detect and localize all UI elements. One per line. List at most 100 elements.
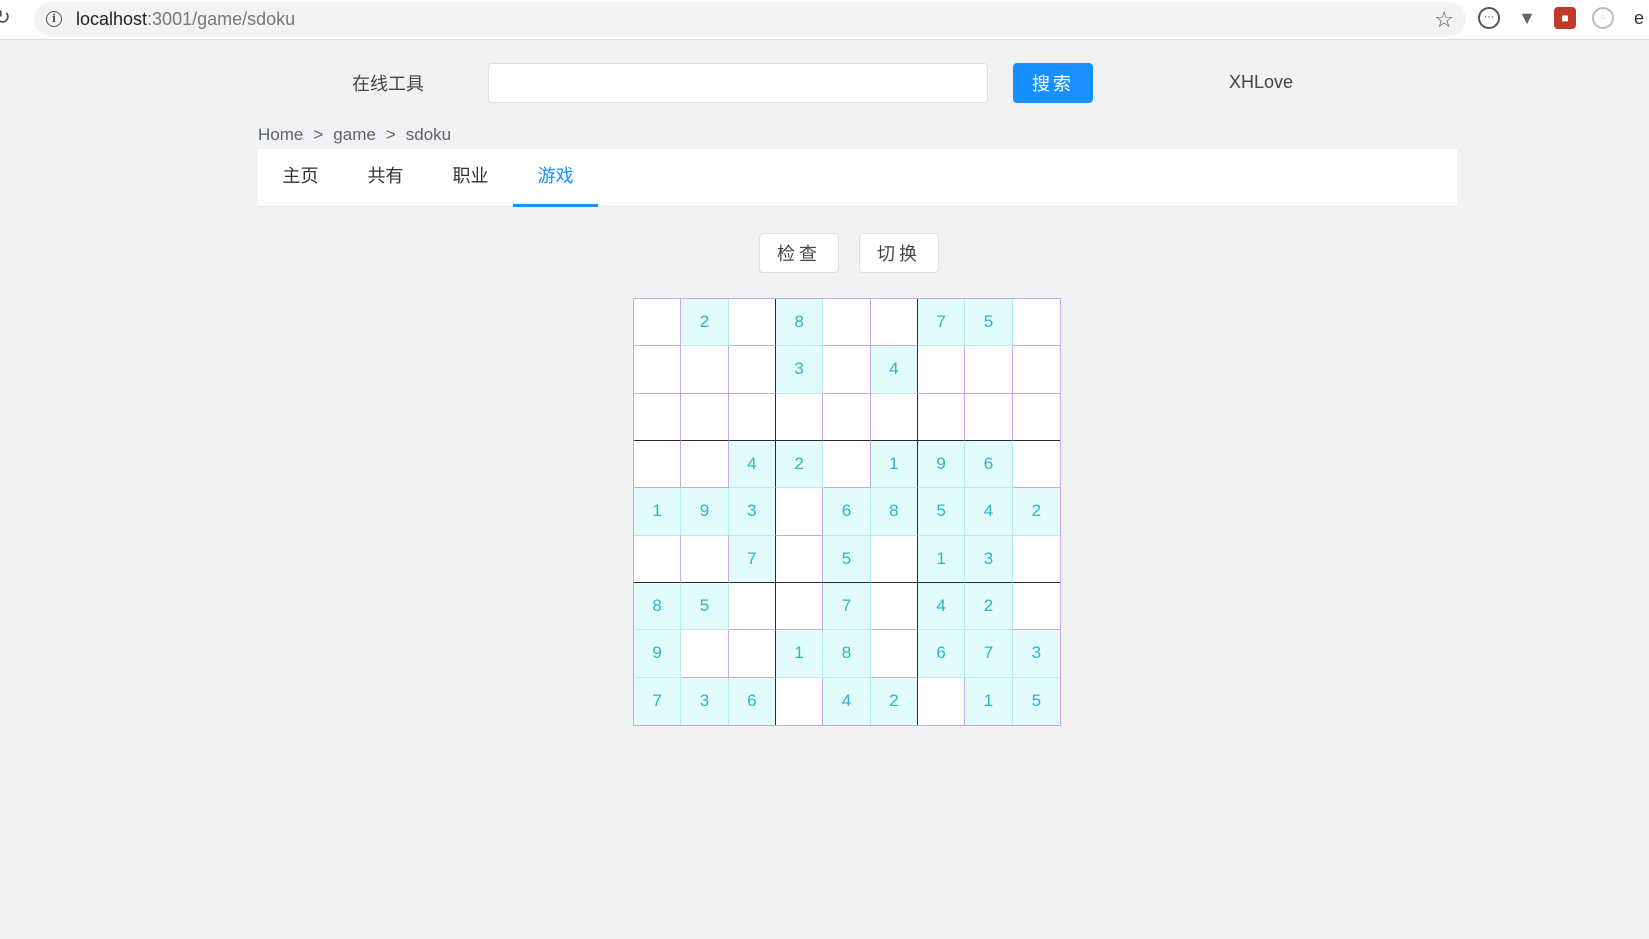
url-path: :3001/game/sdoku (147, 9, 296, 29)
sudoku-cell-given: 3 (728, 488, 776, 536)
sudoku-cell-given: 6 (823, 488, 871, 536)
sudoku-cell-given: 1 (775, 630, 824, 678)
sudoku-cell-empty[interactable] (775, 677, 824, 725)
search-input[interactable] (488, 63, 988, 103)
sudoku-cell-empty[interactable] (917, 393, 966, 441)
sudoku-cell-given: 8 (870, 488, 918, 536)
bookmark-star-icon[interactable]: ☆ (1434, 7, 1454, 33)
sudoku-cell-empty[interactable] (965, 393, 1013, 441)
sudoku-cell-given: 8 (823, 630, 871, 678)
sudoku-cell-empty[interactable] (634, 346, 682, 394)
site-title[interactable]: 在线工具 (352, 70, 424, 96)
sudoku-cell-empty[interactable] (728, 582, 776, 631)
tab-career[interactable]: 职业 (428, 149, 513, 207)
sudoku-cell-empty[interactable] (634, 393, 682, 441)
sudoku-cell-given: 1 (965, 677, 1013, 725)
sudoku-cell-empty[interactable] (870, 582, 918, 631)
sudoku-cell-empty[interactable] (965, 346, 1013, 394)
sudoku-cell-empty[interactable] (823, 346, 871, 394)
sudoku-cell-empty[interactable] (728, 346, 776, 394)
sudoku-cell-empty[interactable] (728, 393, 776, 441)
sudoku-cell-empty[interactable] (823, 299, 871, 347)
sudoku-cell-empty[interactable] (681, 393, 729, 441)
sudoku-cell-empty[interactable] (634, 299, 682, 347)
sudoku-cell-given: 9 (917, 440, 966, 489)
sudoku-cell-empty[interactable] (728, 299, 776, 347)
extension-more-icon[interactable]: e (1628, 7, 1649, 29)
sudoku-cell-empty[interactable] (870, 535, 918, 583)
tab-home[interactable]: 主页 (258, 149, 343, 207)
sudoku-cell-given: 5 (823, 535, 871, 583)
url-host: localhost (76, 9, 148, 29)
sudoku-cell-given: 7 (965, 630, 1013, 678)
sudoku-cell-given: 2 (681, 299, 729, 347)
sudoku-cell-given: 4 (870, 346, 918, 394)
sudoku-cell-given: 6 (728, 677, 776, 725)
nav-tabs: 主页 共有 职业 游戏 (258, 149, 1457, 207)
breadcrumb-current: sdoku (405, 125, 452, 144)
address-bar[interactable]: i localhost:3001/game/sdoku ☆ (34, 2, 1466, 36)
user-name[interactable]: XHLove (1229, 72, 1293, 93)
sudoku-cell-given: 1 (634, 488, 682, 536)
breadcrumb-game[interactable]: game (333, 125, 376, 144)
sudoku-cell-empty[interactable] (870, 299, 918, 347)
sudoku-cell-given: 4 (823, 677, 871, 725)
extension-vue-icon[interactable]: ▼ (1516, 7, 1538, 29)
sudoku-cell-empty[interactable] (1012, 582, 1060, 631)
check-button[interactable]: 检查 (759, 233, 839, 273)
sudoku-cell-given: 2 (870, 677, 918, 725)
sudoku-cell-given: 3 (1012, 630, 1060, 678)
sudoku-cell-empty[interactable] (634, 535, 682, 583)
sudoku-cell-given: 8 (775, 299, 824, 347)
sudoku-cell-empty[interactable] (681, 630, 729, 678)
sudoku-cell-empty[interactable] (775, 393, 824, 441)
breadcrumb-separator: > (385, 125, 396, 144)
breadcrumb-separator: > (313, 125, 324, 144)
sudoku-cell-given: 4 (917, 582, 966, 631)
sudoku-cell-empty[interactable] (681, 535, 729, 583)
sudoku-cell-empty[interactable] (870, 393, 918, 441)
sudoku-cell-given: 9 (634, 630, 682, 678)
sudoku-cell-given: 5 (965, 299, 1013, 347)
sudoku-cell-empty[interactable] (1012, 346, 1060, 394)
reload-icon[interactable]: ↻ (0, 7, 16, 29)
search-button[interactable]: 搜索 (1013, 63, 1093, 103)
sudoku-cell-empty[interactable] (823, 440, 871, 489)
sudoku-cell-empty[interactable] (1012, 535, 1060, 583)
info-icon[interactable]: i (46, 11, 62, 27)
sudoku-cell-empty[interactable] (917, 346, 966, 394)
extension-panda-icon[interactable]: ■ (1554, 7, 1576, 29)
sudoku-cell-given: 7 (823, 582, 871, 631)
url-text[interactable]: localhost:3001/game/sdoku (76, 8, 295, 30)
sudoku-cell-empty[interactable] (1012, 299, 1060, 347)
sudoku-cell-empty[interactable] (1012, 440, 1060, 489)
sudoku-cell-empty[interactable] (823, 393, 871, 441)
tab-shared[interactable]: 共有 (343, 149, 428, 207)
sudoku-cell-given: 1 (917, 535, 966, 583)
sudoku-cell-given: 2 (965, 582, 1013, 631)
sudoku-cell-empty[interactable] (1012, 393, 1060, 441)
extension-circle-icon[interactable]: ○ (1592, 7, 1614, 29)
sudoku-cell-empty[interactable] (634, 440, 682, 489)
sudoku-cell-given: 7 (634, 677, 682, 725)
sudoku-cell-empty[interactable] (870, 630, 918, 678)
tab-games[interactable]: 游戏 (513, 149, 598, 207)
sudoku-cell-given: 7 (917, 299, 966, 347)
sudoku-cell-empty[interactable] (681, 346, 729, 394)
sudoku-cell-given: 4 (965, 488, 1013, 536)
sudoku-cell-given: 3 (775, 346, 824, 394)
sudoku-cell-empty[interactable] (681, 440, 729, 489)
extension-devtools-icon[interactable]: ⋯ (1478, 7, 1500, 29)
sudoku-cell-given: 9 (681, 488, 729, 536)
sudoku-cell-empty[interactable] (775, 535, 824, 583)
sudoku-cell-given: 7 (728, 535, 776, 583)
sudoku-cell-given: 2 (775, 440, 824, 489)
sudoku-cell-given: 3 (681, 677, 729, 725)
breadcrumb-home[interactable]: Home (258, 125, 303, 144)
sudoku-cell-empty[interactable] (917, 677, 966, 725)
sudoku-cell-empty[interactable] (728, 630, 776, 678)
sudoku-cell-given: 6 (917, 630, 966, 678)
sudoku-cell-empty[interactable] (775, 488, 824, 536)
sudoku-cell-empty[interactable] (775, 582, 824, 631)
switch-button[interactable]: 切换 (859, 233, 939, 273)
